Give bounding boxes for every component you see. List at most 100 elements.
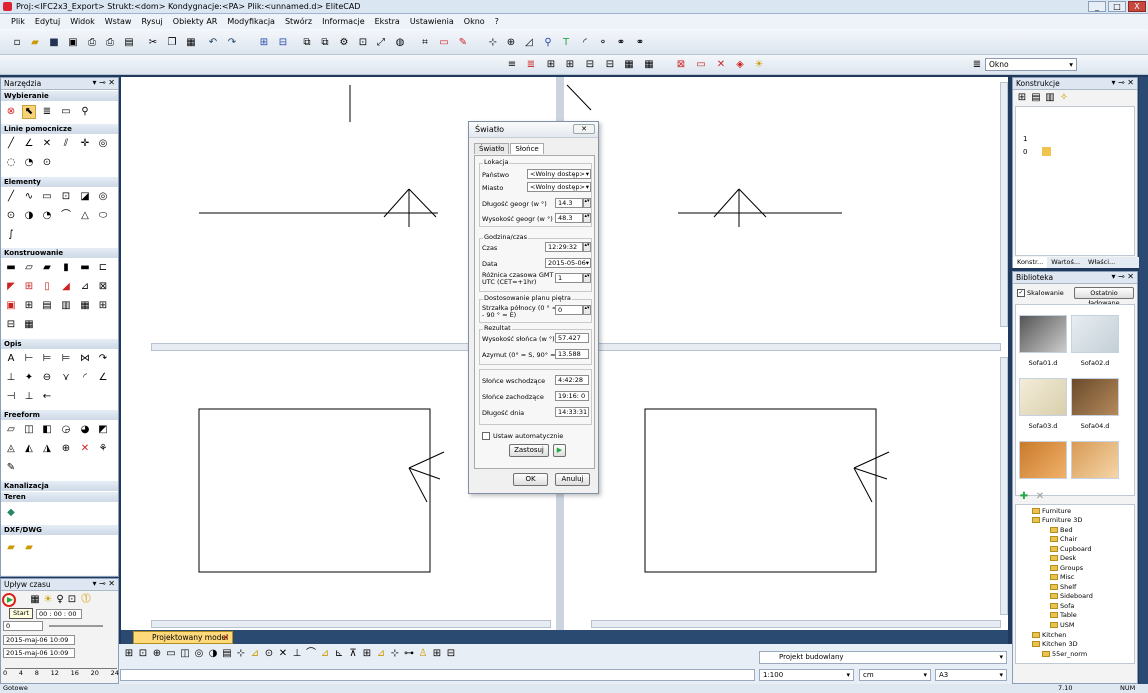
north-input[interactable]: 0 xyxy=(555,305,583,315)
menu-plik[interactable]: Plik xyxy=(6,17,30,26)
scrollbar-horizontal[interactable] xyxy=(151,620,551,628)
ff-revolve-icon[interactable]: ◶ xyxy=(59,423,73,437)
circle-center-icon[interactable]: ⊙ xyxy=(4,209,18,223)
dormer-icon[interactable]: ◢ xyxy=(59,280,73,294)
floor-add-icon[interactable]: ▤ xyxy=(1029,91,1043,105)
guide-plus-icon[interactable]: ✛ xyxy=(78,137,92,151)
ff-box-icon[interactable]: ◫ xyxy=(22,423,36,437)
north-icon[interactable]: ⊣ xyxy=(4,390,18,404)
curve-icon[interactable]: ⌒ xyxy=(59,209,73,223)
beam-tool-icon[interactable]: ▬ xyxy=(78,261,92,275)
redo-icon[interactable]: ↷ xyxy=(225,36,239,50)
copy-icon[interactable]: ❐ xyxy=(165,36,179,50)
print-preview-icon[interactable]: ⎙ xyxy=(103,36,117,50)
guide-dot-circle-icon[interactable]: ◌ xyxy=(4,156,18,170)
section-opis[interactable]: Opis xyxy=(1,338,118,349)
slab-icon[interactable]: ≣ xyxy=(524,58,538,72)
menu-okno[interactable]: Okno xyxy=(459,17,490,26)
angle-icon[interactable]: ∠ xyxy=(96,371,110,385)
section-dxf-dwg[interactable]: DXF/DWG xyxy=(1,524,118,535)
window-select[interactable]: Okno ▾ xyxy=(985,58,1077,71)
terrain-icon[interactable]: ◆ xyxy=(4,506,18,520)
tree-item[interactable]: Sofa xyxy=(1050,602,1074,610)
snap-icon[interactable]: ⊹ xyxy=(486,36,500,50)
ff-bool-icon[interactable]: ◮ xyxy=(40,442,54,456)
ff-split-icon[interactable]: ✕ xyxy=(78,442,92,456)
fill-icon[interactable]: ▭ xyxy=(694,58,708,72)
tree-item[interactable]: USM xyxy=(1050,621,1075,629)
add-icon[interactable]: ✚ xyxy=(1017,490,1031,504)
chimney-icon[interactable]: ▦ xyxy=(78,299,92,313)
text-tool-icon[interactable]: A xyxy=(4,352,18,366)
close-icon[interactable]: ▾ ⊸ ✕ xyxy=(1111,272,1134,281)
save-icon[interactable]: ■ xyxy=(47,36,61,50)
line-icon[interactable]: ╱ xyxy=(4,190,18,204)
city-select[interactable]: <Wolny dostęp> ▾ xyxy=(527,182,591,192)
longitude-spinner[interactable]: ▴▾ xyxy=(583,198,591,208)
chain-dim-icon[interactable]: ⋈ xyxy=(78,352,92,366)
save-as-icon[interactable]: ▣ xyxy=(66,36,80,50)
guide-parallel-icon[interactable]: ⫽ xyxy=(59,137,73,151)
menu-wstaw[interactable]: Wstaw xyxy=(100,17,137,26)
floors-icon[interactable]: ⊞ xyxy=(1015,91,1029,105)
step-input[interactable]: 0 xyxy=(3,621,43,631)
view-minus-icon[interactable]: ⊟ xyxy=(276,36,290,50)
menu-widok[interactable]: Widok xyxy=(65,17,100,26)
opening-icon[interactable]: ▣ xyxy=(4,299,18,313)
point-icon[interactable]: ⊕ xyxy=(504,36,518,50)
angle-dim-icon[interactable]: ⋎ xyxy=(59,371,73,385)
tree-item[interactable]: Table xyxy=(1050,611,1077,619)
room-icon[interactable]: ⊞ xyxy=(22,299,36,313)
guide-line-icon[interactable]: ╱ xyxy=(4,137,18,151)
dxf-import-icon[interactable]: ▰ xyxy=(4,541,18,555)
menu-edytuj[interactable]: Edytuj xyxy=(30,17,65,26)
tool-b-icon[interactable]: ⚭ xyxy=(614,36,628,50)
measure-snap-icon[interactable]: ⊞ xyxy=(430,647,444,661)
snap-int-icon[interactable]: ✕ xyxy=(276,647,290,661)
ortho-icon[interactable]: ⊾ xyxy=(332,647,346,661)
section-konstruowanie[interactable]: Konstruowanie xyxy=(1,247,118,258)
cross-icon[interactable]: ✕ xyxy=(714,58,728,72)
close-button[interactable]: X xyxy=(1128,1,1146,12)
window-tool-icon[interactable]: ⊞ xyxy=(563,58,577,72)
menu-help[interactable]: ? xyxy=(490,17,504,26)
arrow-left-icon[interactable]: ← xyxy=(40,390,54,404)
view-3d-icon[interactable]: ◫ xyxy=(178,647,192,661)
tab-konstr[interactable]: Konstr... xyxy=(1013,257,1048,268)
arc-tool-icon[interactable]: ◑ xyxy=(22,209,36,223)
tree-item[interactable]: 55er_norm xyxy=(1042,650,1087,658)
tab-wlasciwosci[interactable]: Właści... xyxy=(1084,257,1119,268)
ff-cut-icon[interactable]: ◬ xyxy=(4,442,18,456)
column-tool-icon[interactable]: ▮ xyxy=(59,261,73,275)
frame-icon[interactable]: ⊡ xyxy=(65,593,79,607)
snap-end-icon[interactable]: ⊹ xyxy=(234,647,248,661)
select-arrow-icon[interactable]: ⬉ xyxy=(22,105,36,119)
section-teren[interactable]: Teren xyxy=(1,491,118,502)
sofa03-thumbnail[interactable] xyxy=(1019,378,1067,416)
play-button[interactable]: ▶ xyxy=(2,593,16,607)
latitude-input[interactable]: 48.3 xyxy=(555,213,583,223)
ff-plane-icon[interactable]: ▱ xyxy=(4,423,18,437)
floor-label[interactable]: 0 xyxy=(1023,148,1027,156)
scrollbar-vertical[interactable] xyxy=(1000,357,1008,615)
zoom-window-icon[interactable]: ⊡ xyxy=(136,647,150,661)
lock-icon[interactable]: ⊟ xyxy=(444,647,458,661)
rect-rotate-icon[interactable]: ◪ xyxy=(78,190,92,204)
ff-mirror-icon[interactable]: ⚘ xyxy=(96,442,110,456)
pan-icon[interactable]: ⊞ xyxy=(122,647,136,661)
camera-icon[interactable]: ◍ xyxy=(393,36,407,50)
track-icon[interactable]: ⊶ xyxy=(402,647,416,661)
roof-tool-icon[interactable]: ◤ xyxy=(4,280,18,294)
guide-circle-icon[interactable]: ◎ xyxy=(96,137,110,151)
latitude-spinner[interactable]: ▴▾ xyxy=(583,213,591,223)
recent-button[interactable]: Ostatnio ładowane xyxy=(1074,287,1134,307)
view-copy-icon[interactable]: ⧉ xyxy=(318,36,332,50)
command-line[interactable] xyxy=(120,669,755,681)
tz-input[interactable]: 1 xyxy=(555,273,583,283)
render-icon[interactable]: ◎ xyxy=(192,647,206,661)
view-2d-icon[interactable]: ▭ xyxy=(164,647,178,661)
zoom-extents-icon[interactable]: ⤢ xyxy=(374,36,388,50)
profile-tool-icon[interactable]: ⊏ xyxy=(96,261,110,275)
menu-informacje[interactable]: Informacje xyxy=(317,17,370,26)
project-select[interactable]: Projekt budowlany ▾ xyxy=(759,651,1007,664)
